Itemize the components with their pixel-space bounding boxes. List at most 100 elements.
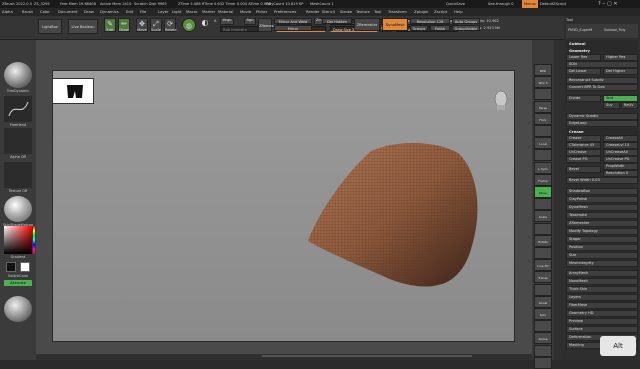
del-lower-button[interactable]: Del Lower [566,68,601,75]
default-zscript[interactable]: DefaultZScript [540,0,566,8]
lower-res-button[interactable]: Lower Res [566,54,601,61]
right-shelf-button-4[interactable]: Floor [534,112,552,125]
document-viewport[interactable] [52,70,515,342]
right-shelf-button-1[interactable]: SPix 3 [534,76,552,89]
dynamesh-button[interactable]: DynaMesh [382,18,408,31]
menu-brush[interactable]: Brush [22,8,33,16]
crease-all-button[interactable]: CreaseAll [603,135,638,142]
window-controls-icon[interactable]: ? ‒ ▢ ✕ [598,0,618,8]
switch-color-button[interactable]: SwitchColor [0,274,36,278]
del-higher-button[interactable]: Del Higher [603,68,638,75]
right-shelf-button-22[interactable]: Xpose [534,332,552,345]
tool-thumb-1[interactable]: PM3D_SuperM [568,28,592,32]
groups-button[interactable]: Groups [410,25,428,31]
menu-macro[interactable]: Macro [186,8,198,16]
mirror-button[interactable]: Mirror [274,25,312,31]
menu-layer[interactable]: Layer [158,8,169,16]
menu-material[interactable]: Material [218,8,233,16]
stroke-thumbnail[interactable] [4,96,32,122]
right-shelf-button-9[interactable]: Frame [534,173,552,186]
menu-transform[interactable]: Transform [388,8,407,16]
dynamic-toggle[interactable]: ◍ [182,18,196,32]
right-shelf-button-8[interactable]: L.Sym [534,161,552,174]
bevel-width-slider[interactable]: Bevel Width 0.03 [566,177,638,184]
right-shelf-button-15[interactable] [534,247,552,259]
polish-button[interactable]: Polish [430,25,450,31]
del-hidden-button[interactable]: Del Hidden [322,18,352,24]
right-shelf-button-7[interactable] [534,149,552,162]
position-section[interactable]: Position [566,244,638,251]
rotate-button[interactable]: ⟳ Rotate [164,18,177,32]
right-shelf-button-23[interactable] [534,344,552,357]
suv-toggle[interactable]: Suv [603,102,620,109]
menu-alpha[interactable]: Alpha [2,8,13,16]
color-picker[interactable] [4,226,32,254]
divide-button[interactable]: Divide [566,95,601,102]
timeline-scrollbar[interactable] [262,355,472,357]
bevel-resolution-slider[interactable]: Resolution 0 [603,170,638,177]
right-shelf-button-20[interactable]: Solo [534,308,552,320]
quicksave-button[interactable]: QuickSave [446,0,465,8]
menu-color[interactable]: Color [40,8,50,16]
right-shelf-button-10[interactable]: Move [534,186,552,198]
menu-document[interactable]: Document [58,8,78,16]
right-shelf-button-3[interactable]: Persp [534,100,552,113]
sdiv-slider[interactable]: SDiv [566,61,638,68]
preview-section[interactable]: Preview [566,318,638,325]
convert-bpr-button[interactable]: Convert BPR To Geo [566,84,638,91]
main-color-swatch[interactable] [20,262,30,272]
bevel-button[interactable]: Bevel [566,166,601,173]
menu-light[interactable]: Light [172,8,181,16]
mrgb-button[interactable]: Mrgb [220,18,234,25]
nanomesh-section[interactable]: NanoMesh [566,278,638,285]
see-through-slider[interactable]: See-through 0 [488,0,514,8]
right-shelf-button-12[interactable]: Scale [534,210,552,223]
right-shelf-button-16[interactable]: Line Fill PolyF [534,259,552,280]
zremesher-button[interactable]: ZRemesher [354,18,380,31]
hue-strip[interactable] [33,226,35,254]
higher-res-button[interactable]: Higher Res [603,54,638,61]
auto-groups-button[interactable]: Auto Groups [452,18,480,24]
dynamesh-section[interactable]: DynaMesh [566,204,638,211]
draw-button[interactable]: ✏ Draw [118,18,130,32]
menu-dynamics[interactable]: Dynamics [100,8,119,16]
uncrease-pg-button[interactable]: UnCrease PG [603,156,638,163]
alpha-thumbnail[interactable] [4,128,32,154]
right-shelf-button-18[interactable] [534,283,552,296]
geometry-hd-section[interactable]: Geometry HD [566,310,638,317]
zremesher-mini-button[interactable]: ZRemesher [258,18,280,32]
crease-button[interactable]: Crease [566,135,601,142]
tool-thumb-2[interactable]: Subtool_Poly [604,28,626,32]
texture-thumbnail[interactable] [4,162,32,188]
menu-zscript[interactable]: Zscript [434,8,447,16]
right-shelf-button-21[interactable] [534,320,552,333]
tray-handle[interactable] [554,40,564,360]
layers-section[interactable]: Layers [566,294,638,301]
menu-zplugin[interactable]: Zplugin [414,8,428,16]
menu-draw[interactable]: Draw [84,8,94,16]
secondary-color-swatch[interactable] [6,262,16,272]
right-shelf-button-2[interactable] [534,88,552,101]
menu-stroke[interactable]: Stroke [340,8,352,16]
mirror-and-weld-button[interactable]: Mirror And Weld [274,18,312,24]
right-shelf-button-17[interactable]: Transp [534,271,552,284]
right-shelf-button-14[interactable]: Rotate [534,234,552,247]
mesh-viewport[interactable] [53,71,516,343]
material-indicator[interactable]: ◐ [200,18,210,31]
edgeloop-section[interactable]: EdgeLoop [566,120,638,127]
meshintegrity-section[interactable]: MeshIntegrity [566,260,638,267]
stager-section[interactable]: Stager [566,236,638,243]
fibermesh-section[interactable]: FiberMesh [566,302,638,309]
menu-help[interactable]: Help [454,8,463,16]
arraymesh-section[interactable]: ArrayMesh [566,270,638,277]
right-shelf-button-6[interactable]: Local [534,137,552,150]
material-thumbnail[interactable] [4,196,32,222]
reconstruct-subdiv-button[interactable]: Reconstruct Subdiv [566,77,638,84]
resolution-slider[interactable]: Resolution 128 [410,18,450,24]
lightbox-button[interactable]: LightBox [38,19,62,34]
menu-picker[interactable]: Picker [256,8,267,16]
dynamic-subdiv-section[interactable]: Dynamic Subdiv [566,113,638,120]
edit-button[interactable]: ✎ Edit [104,18,116,32]
uncrease-all-button[interactable]: UnCreaseAll [603,149,638,156]
crease-lvl-slider[interactable]: CreaseLvl 15 [603,142,638,149]
